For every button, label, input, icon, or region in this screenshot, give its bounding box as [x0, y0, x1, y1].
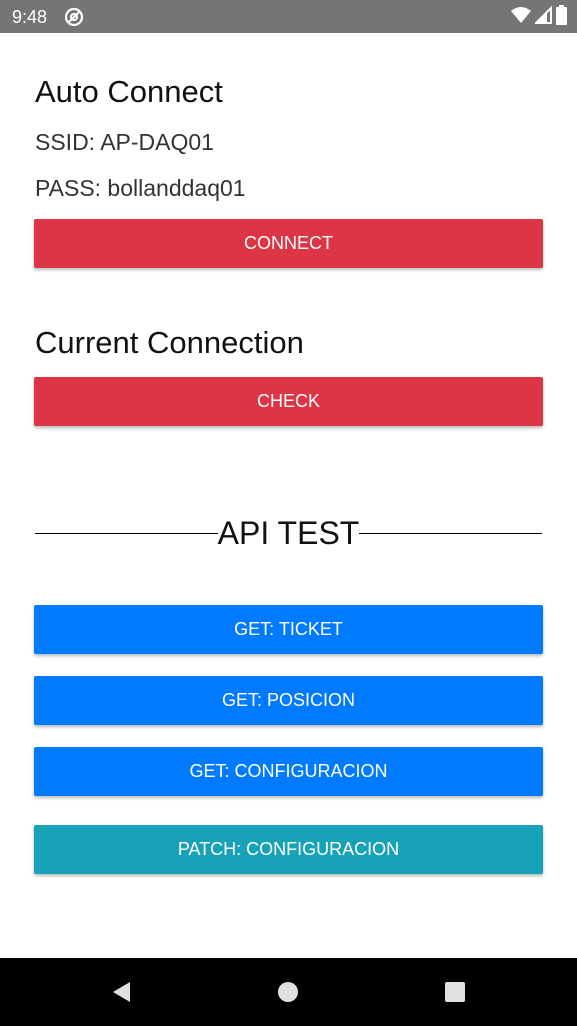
patch-configuracion-button[interactable]: PATCH: CONFIGURACION	[34, 825, 543, 874]
status-time: 9:48	[12, 7, 48, 27]
at-sign-icon	[64, 7, 84, 27]
signal-icon	[533, 5, 552, 29]
get-posicion-button[interactable]: GET: POSICION	[34, 676, 543, 725]
api-test-label: API TEST	[217, 515, 360, 551]
status-icons	[511, 4, 567, 30]
back-icon[interactable]	[109, 980, 133, 1004]
status-bar: 9:48	[0, 0, 577, 33]
password-text: PASS: bollanddaq01	[35, 175, 246, 201]
current-connection-title: Current Connection	[35, 325, 304, 360]
wifi-icon	[511, 6, 531, 29]
battery-icon	[556, 4, 567, 30]
divider-right	[359, 533, 542, 534]
check-button[interactable]: CHECK	[34, 377, 543, 426]
recents-icon[interactable]	[443, 980, 467, 1004]
navigation-bar	[0, 958, 577, 1026]
get-ticket-button[interactable]: GET: TICKET	[34, 605, 543, 654]
home-icon[interactable]	[276, 980, 300, 1004]
connect-button[interactable]: CONNECT	[34, 219, 543, 268]
get-configuracion-button[interactable]: GET: CONFIGURACION	[34, 747, 543, 796]
auto-connect-title: Auto Connect	[35, 74, 223, 109]
ssid-text: SSID: AP-DAQ01	[35, 129, 214, 155]
